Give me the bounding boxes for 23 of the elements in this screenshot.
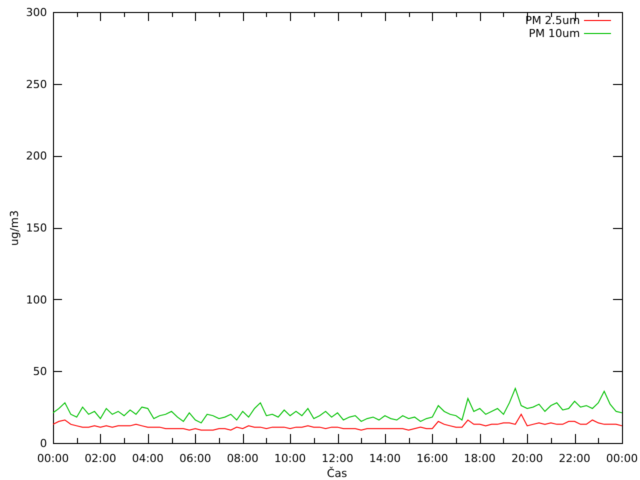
- x-axis-title: Čas: [326, 467, 348, 480]
- y-tick-label: 150: [26, 222, 47, 234]
- x-tick-label: 00:00: [37, 452, 69, 465]
- x-tick-label: 06:00: [179, 452, 212, 465]
- y-axis-title: ug/m3: [8, 210, 21, 246]
- y-tick-label: 50: [33, 365, 47, 378]
- x-tick-label: 02:00: [84, 452, 116, 465]
- y-tick-label: 250: [26, 78, 47, 91]
- y-tick-label: 100: [26, 293, 47, 306]
- x-tick-label: 04:00: [132, 452, 164, 465]
- x-tick-label: 08:00: [226, 452, 259, 465]
- x-tick-label: 10:00: [274, 452, 306, 465]
- x-tick-label: 14:00: [369, 452, 401, 465]
- y-tick-label: 200: [26, 150, 47, 163]
- legend-label: PM 10um: [528, 27, 580, 40]
- y-tick-label: 0: [40, 437, 47, 450]
- x-tick-label: 12:00: [322, 452, 354, 465]
- x-tick-label: 16:00: [416, 452, 448, 465]
- x-tick-label: 20:00: [511, 452, 544, 465]
- y-tick-label: 300: [26, 6, 47, 19]
- x-tick-label: 00:00: [606, 452, 638, 465]
- x-tick-label: 18:00: [464, 452, 496, 465]
- x-tick-label: 22:00: [558, 452, 590, 465]
